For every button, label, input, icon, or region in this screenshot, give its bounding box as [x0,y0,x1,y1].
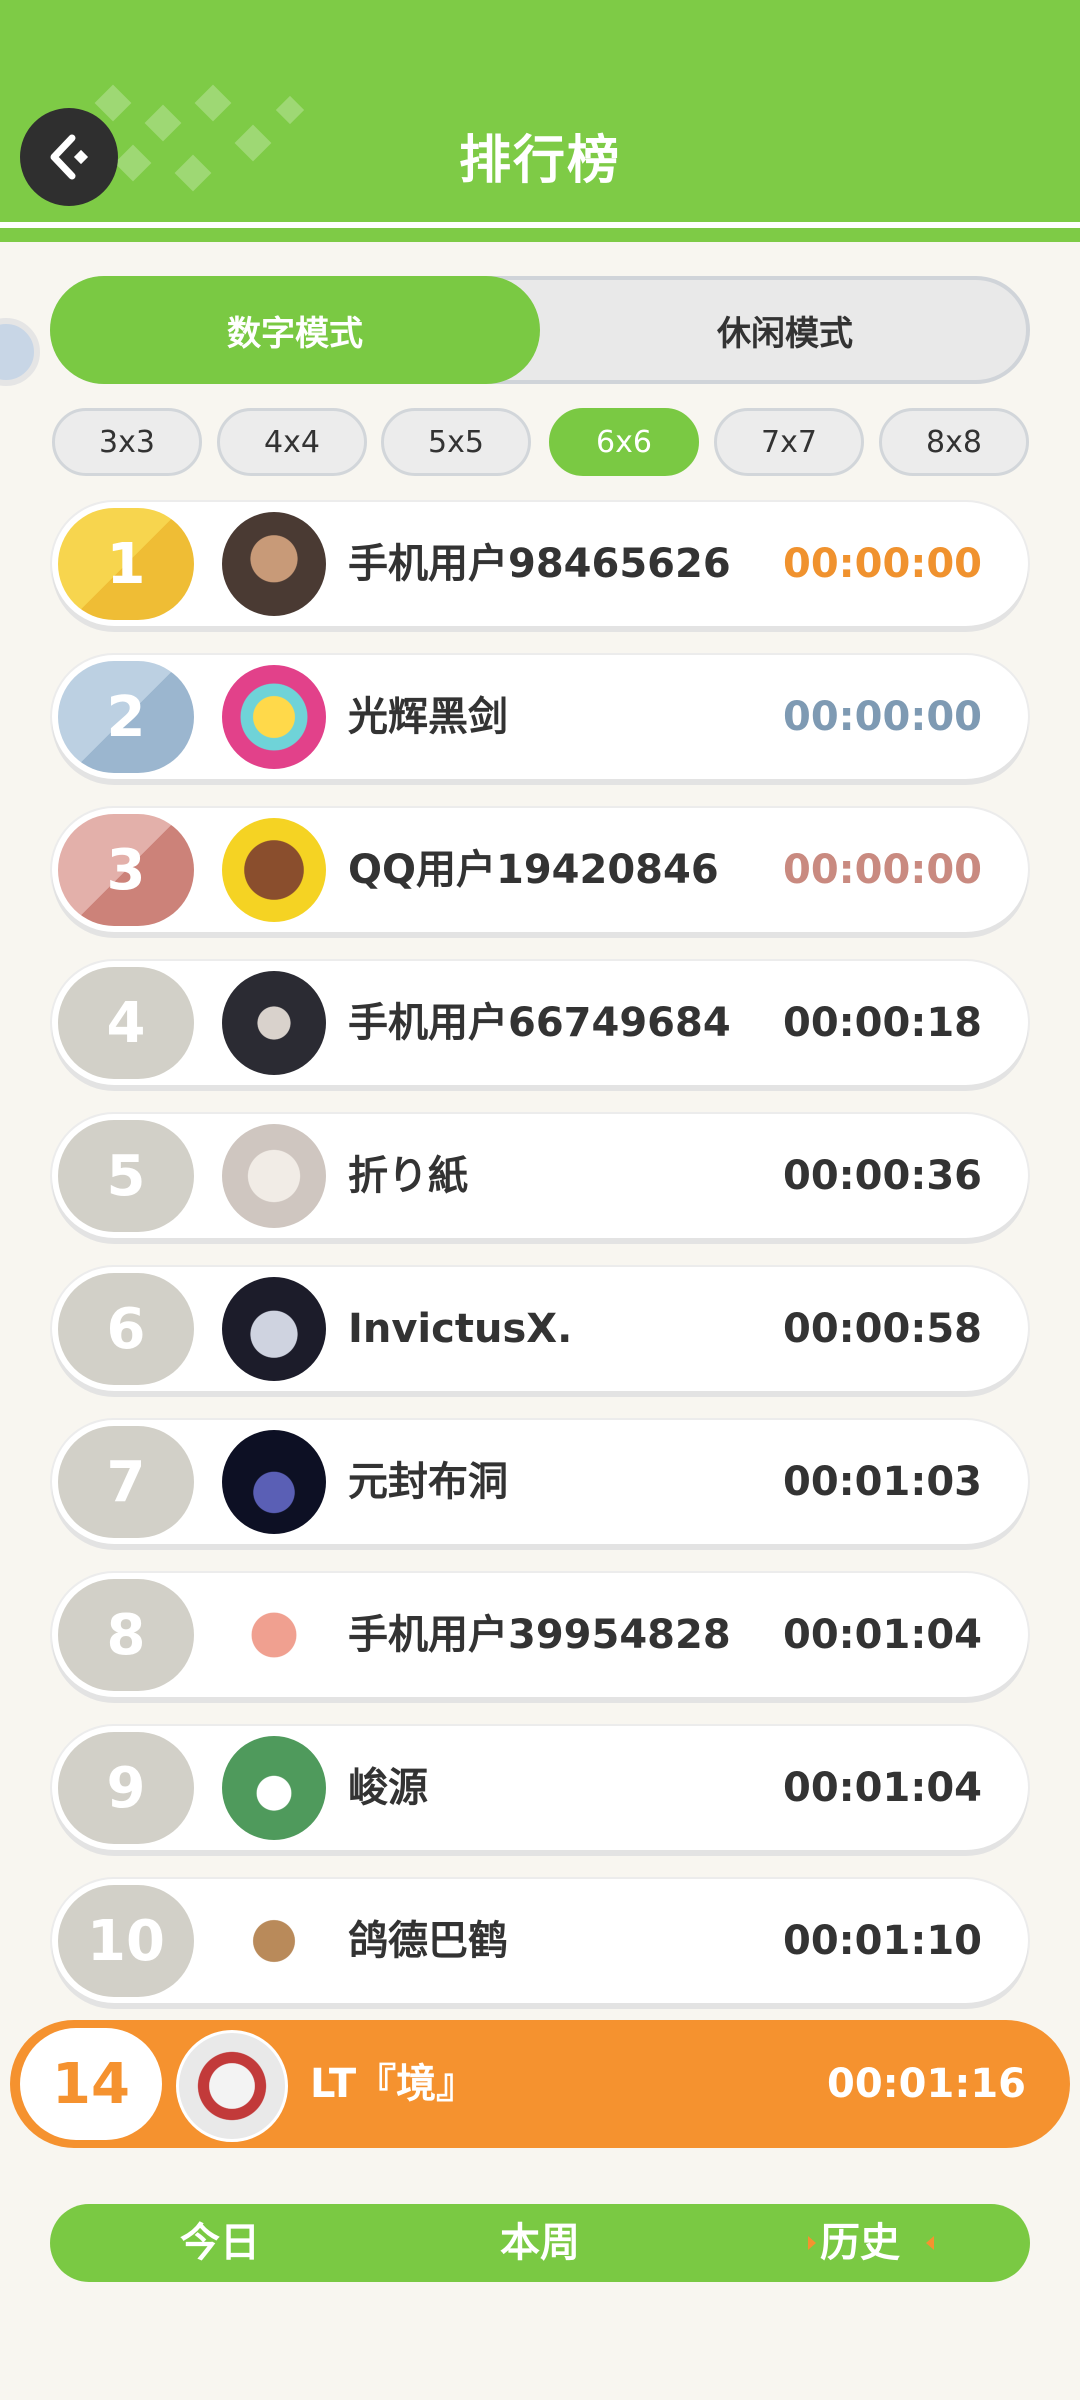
tab-history[interactable]: 历史 [740,2204,980,2282]
rank-badge: 5 [58,1120,194,1232]
avatar [222,1583,326,1687]
player-name: 手机用户39954828 [348,1612,731,1658]
player-name: 折り紙 [348,1153,468,1199]
player-name: 光辉黑剑 [348,694,508,740]
header-bar: 排行榜 [0,0,1080,232]
tab-casual-mode[interactable]: 休闲模式 [540,276,1030,384]
avatar [222,1889,326,1993]
ranking-row[interactable]: 10 鸽德巴鹤 00:01:10 [52,1879,1028,2003]
my-rank-badge: 14 [20,2028,162,2140]
player-name: 鸽德巴鹤 [348,1918,508,1964]
player-name: QQ用户19420846 [348,847,719,893]
rank-badge: 8 [58,1579,194,1691]
rank-badge: 10 [58,1885,194,1997]
player-time: 00:00:18 [783,1000,982,1046]
player-time: 00:01:04 [783,1765,982,1811]
ranking-row[interactable]: 2 光辉黑剑 00:00:00 [52,655,1028,779]
size-tab-4x4[interactable]: 4x4 [217,408,367,476]
history-left-marker-icon [808,2236,816,2250]
rank-badge: 7 [58,1426,194,1538]
avatar [222,818,326,922]
player-time: 00:00:00 [783,847,982,893]
avatar [222,665,326,769]
rank-badge-silver: 2 [58,661,194,773]
my-player-name: LT『境』 [310,2061,477,2107]
player-time: 00:00:58 [783,1306,982,1352]
ranking-row[interactable]: 6 InvictusX. 00:00:58 [52,1267,1028,1391]
period-tab-bar: 今日 本周 历史 [50,2204,1030,2282]
my-avatar [176,2030,288,2142]
rank-badge: 4 [58,967,194,1079]
avatar [222,1736,326,1840]
page-title: 排行榜 [458,131,621,191]
history-right-marker-icon [926,2236,934,2250]
player-name: InvictusX. [348,1306,573,1352]
ranking-row[interactable]: 9 峻源 00:01:04 [52,1726,1028,1850]
rank-badge-gold: 1 [58,508,194,620]
ranking-row[interactable]: 3 QQ用户19420846 00:00:00 [52,808,1028,932]
size-tab-8x8[interactable]: 8x8 [879,408,1029,476]
avatar [222,1124,326,1228]
size-tab-7x7[interactable]: 7x7 [714,408,864,476]
player-time: 00:00:00 [783,694,982,740]
my-ranking-row[interactable]: 14 LT『境』 00:01:16 [10,2020,1070,2148]
player-name: 峻源 [348,1765,428,1811]
rank-badge: 9 [58,1732,194,1844]
ranking-row[interactable]: 5 折り紙 00:00:36 [52,1114,1028,1238]
player-time: 00:01:03 [783,1459,982,1505]
tab-digital-mode[interactable]: 数字模式 [50,276,540,384]
tab-today[interactable]: 今日 [100,2204,340,2282]
size-tab-5x5[interactable]: 5x5 [381,408,531,476]
ranking-row[interactable]: 1 手机用户98465626 00:00:00 [52,502,1028,626]
tab-this-week[interactable]: 本周 [420,2204,660,2282]
size-tab-3x3[interactable]: 3x3 [52,408,202,476]
avatar [222,1277,326,1381]
header-divider-green [0,228,1080,242]
rank-badge: 6 [58,1273,194,1385]
player-time: 00:00:36 [783,1153,982,1199]
size-tab-6x6[interactable]: 6x6 [549,408,699,476]
ranking-row[interactable]: 4 手机用户66749684 00:00:18 [52,961,1028,1085]
player-time: 00:00:00 [783,541,982,587]
player-time: 00:01:04 [783,1612,982,1658]
side-float-button[interactable] [0,318,40,386]
mode-toggle: 数字模式 休闲模式 [50,276,1030,384]
ranking-row[interactable]: 7 元封布洞 00:01:03 [52,1420,1028,1544]
avatar [222,971,326,1075]
avatar [222,1430,326,1534]
player-name: 元封布洞 [348,1459,508,1505]
rank-badge-bronze: 3 [58,814,194,926]
player-time: 00:01:10 [783,1918,982,1964]
ranking-row[interactable]: 8 手机用户39954828 00:01:04 [52,1573,1028,1697]
player-name: 手机用户66749684 [348,1000,731,1046]
avatar [222,512,326,616]
my-player-time: 00:01:16 [827,2061,1026,2107]
player-name: 手机用户98465626 [348,541,731,587]
